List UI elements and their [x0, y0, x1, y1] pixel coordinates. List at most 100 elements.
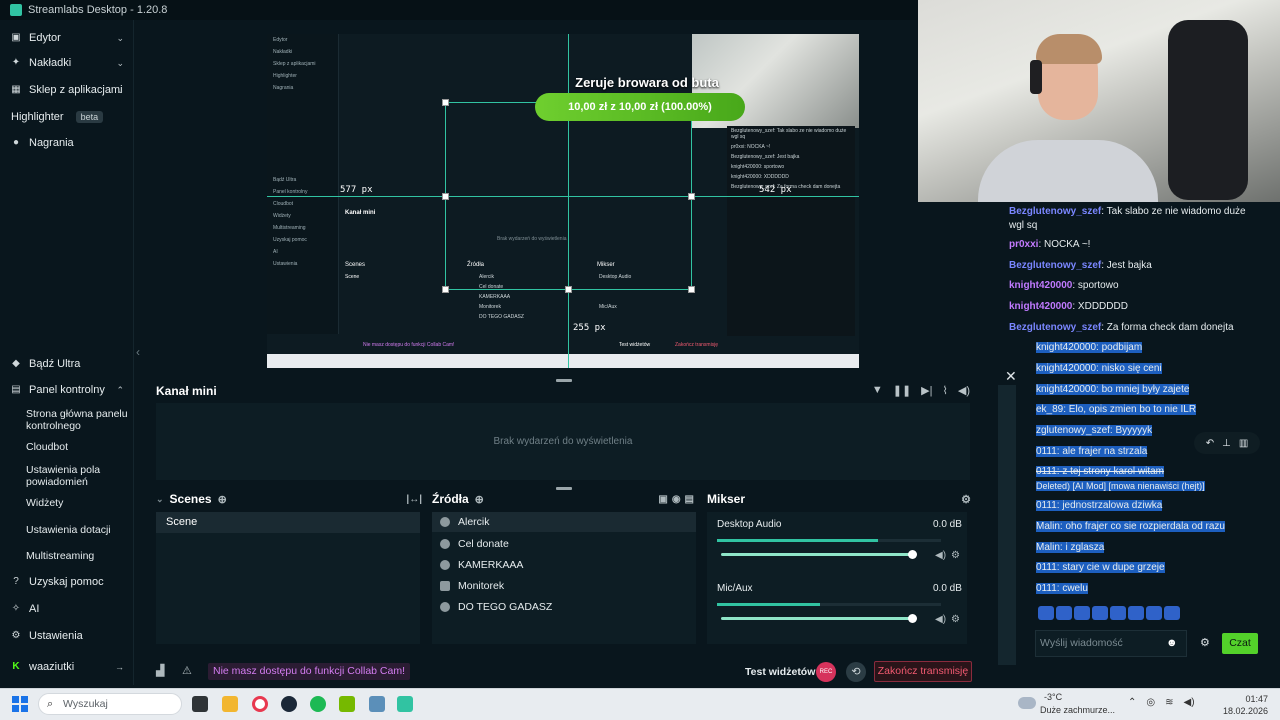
nav-multistreaming[interactable]: Multistreaming: [26, 550, 130, 562]
channel-settings-icon[interactable]: ⚙: [951, 614, 960, 625]
app-icon[interactable]: [369, 696, 385, 712]
emote[interactable]: [1038, 606, 1054, 620]
delete-icon[interactable]: ▥: [1239, 438, 1248, 449]
source-item[interactable]: DO TEGO GADASZ: [440, 597, 692, 617]
mute-alerts-icon[interactable]: ⌇: [943, 384, 948, 397]
resize-handle[interactable]: [688, 286, 695, 293]
end-stream-button[interactable]: Zakończ transmisję: [874, 661, 972, 682]
skip-icon[interactable]: ▶|: [921, 384, 932, 397]
volume-knob[interactable]: [908, 550, 917, 559]
chevron-up-icon[interactable]: ⌃: [1128, 697, 1136, 708]
nested-nav-label: Highlighter: [273, 73, 297, 79]
chat-username[interactable]: knight420000: [1009, 280, 1072, 291]
nav-user[interactable]: K waaziutki →: [0, 655, 134, 679]
resize-handle[interactable]: [442, 99, 449, 106]
emoji-icon[interactable]: ☻: [1166, 637, 1178, 649]
nav-highlighter[interactable]: Highlighter beta: [0, 105, 134, 129]
opera-browser-icon[interactable]: [252, 696, 268, 712]
volume-icon[interactable]: ◀): [1184, 697, 1195, 708]
speaker-icon[interactable]: ◀): [935, 614, 946, 625]
filter-icon[interactable]: ▼: [872, 384, 883, 397]
collapse-sidebar-icon[interactable]: ‹: [136, 345, 140, 359]
preview-chat-line: pr0xxi: NOCKA ~!: [731, 144, 771, 150]
add-source-icon[interactable]: ⊕: [475, 493, 484, 506]
nav-settings-label: Ustawienia: [29, 630, 83, 642]
emote[interactable]: [1164, 606, 1180, 620]
source-item[interactable]: Monitorek: [440, 576, 692, 596]
speaker-icon[interactable]: ◀): [935, 550, 946, 561]
source-tools-icon[interactable]: ▣◉▤: [658, 494, 698, 505]
taskbar-clock[interactable]: 01:47 18.02.2026: [1212, 693, 1268, 717]
chat-username[interactable]: pr0xxi: [1009, 239, 1038, 250]
pin-icon[interactable]: ⊥: [1222, 438, 1231, 449]
volume-slider[interactable]: [721, 614, 917, 623]
nav-dashboard[interactable]: ▤ Panel kontrolny ⌃: [0, 378, 134, 402]
nvidia-icon[interactable]: [339, 696, 355, 712]
nested-source: Alercik: [479, 274, 495, 280]
resize-splitter[interactable]: [556, 379, 572, 382]
nav-editor[interactable]: ▣ Edytor ⌄: [0, 26, 134, 50]
volume-knob[interactable]: [908, 614, 917, 623]
nav-dashboard-home[interactable]: Strona główna panelu kontrolnego: [26, 408, 130, 432]
nav-overlays[interactable]: ✦ Nakładki ⌄: [0, 51, 134, 75]
wifi-icon[interactable]: ≋: [1165, 697, 1173, 708]
nav-recordings[interactable]: ● Nagrania: [0, 131, 134, 155]
resize-handle[interactable]: [442, 286, 449, 293]
nav-ultra[interactable]: ◆ Bądź Ultra: [0, 352, 134, 376]
emote[interactable]: [1092, 606, 1108, 620]
emote[interactable]: [1074, 606, 1090, 620]
emote[interactable]: [1128, 606, 1144, 620]
nav-cloudbot[interactable]: Cloudbot: [26, 441, 130, 453]
source-item[interactable]: Cel donate: [440, 534, 692, 554]
nav-settings[interactable]: ⚙ Ustawienia: [0, 624, 134, 648]
chat-username[interactable]: Bezglutenowy_szef: [1009, 260, 1101, 271]
emote[interactable]: [1110, 606, 1126, 620]
scene-item[interactable]: Scene: [156, 512, 420, 533]
source-item[interactable]: Alercik: [432, 512, 696, 532]
collab-cam-notice[interactable]: Nie masz dostępu do funkcji Collab Cam!: [208, 663, 411, 680]
close-icon[interactable]: ✕: [1005, 368, 1017, 385]
chat-username[interactable]: Bezglutenowy_szef: [1009, 206, 1101, 217]
pause-icon[interactable]: ❚❚: [893, 384, 911, 397]
record-button[interactable]: REC: [816, 662, 836, 682]
taskbar-search[interactable]: ⌕ Wyszukaj: [38, 693, 182, 715]
windows-start-icon[interactable]: [12, 696, 28, 712]
add-scene-icon[interactable]: ⊕: [218, 493, 227, 506]
test-widgets-button[interactable]: Test widżetów: [745, 666, 815, 678]
nav-widgets[interactable]: Widżety: [26, 497, 130, 509]
steam-icon[interactable]: [281, 696, 297, 712]
chat-username[interactable]: Bezglutenowy_szef: [1009, 322, 1101, 333]
nav-alertbox-settings[interactable]: Ustawienia pola powiadomień: [26, 464, 130, 488]
streamlabs-taskbar-icon[interactable]: [397, 696, 413, 712]
task-view-icon[interactable]: [192, 696, 208, 712]
file-explorer-icon[interactable]: [222, 696, 238, 712]
resize-handle[interactable]: [442, 193, 449, 200]
resize-handle[interactable]: [688, 193, 695, 200]
emote[interactable]: [1146, 606, 1162, 620]
source-item[interactable]: KAMERKAAA: [440, 555, 692, 575]
mixer-settings-icon[interactable]: ⚙: [961, 493, 971, 506]
emote[interactable]: [1056, 606, 1072, 620]
scene-transition-icon[interactable]: |↔|: [406, 494, 422, 505]
logout-icon[interactable]: →: [115, 662, 124, 672]
volume-slider[interactable]: [721, 550, 917, 559]
warning-icon[interactable]: ⚠: [182, 664, 192, 677]
collapse-icon[interactable]: ⌄: [156, 494, 164, 505]
performance-stats-icon[interactable]: ▟: [156, 664, 164, 677]
nav-donation-settings[interactable]: Ustawienia dotacji: [26, 524, 130, 536]
chat-settings-icon[interactable]: ⚙: [1200, 636, 1210, 649]
spotify-icon[interactable]: [310, 696, 326, 712]
chat-send-button[interactable]: Czat: [1222, 633, 1258, 654]
resize-handle[interactable]: [565, 286, 572, 293]
chat-message-input[interactable]: Wyślij wiadomość: [1035, 630, 1187, 657]
network-icon[interactable]: ◎: [1146, 697, 1155, 708]
nav-help[interactable]: ? Uzyskaj pomoc: [0, 570, 134, 594]
nav-app-store[interactable]: ▦ Sklep z aplikacjami ⌄: [0, 78, 134, 102]
chat-username[interactable]: knight420000: [1009, 301, 1072, 312]
nav-ai[interactable]: ✧ AI: [0, 597, 134, 621]
replay-buffer-icon[interactable]: ⟲: [846, 662, 866, 682]
weather-widget[interactable]: -3°C Duże zachmurze...: [1018, 692, 1128, 718]
channel-settings-icon[interactable]: ⚙: [951, 550, 960, 561]
undo-icon[interactable]: ↶: [1206, 438, 1214, 449]
volume-icon[interactable]: ◀): [958, 384, 970, 397]
